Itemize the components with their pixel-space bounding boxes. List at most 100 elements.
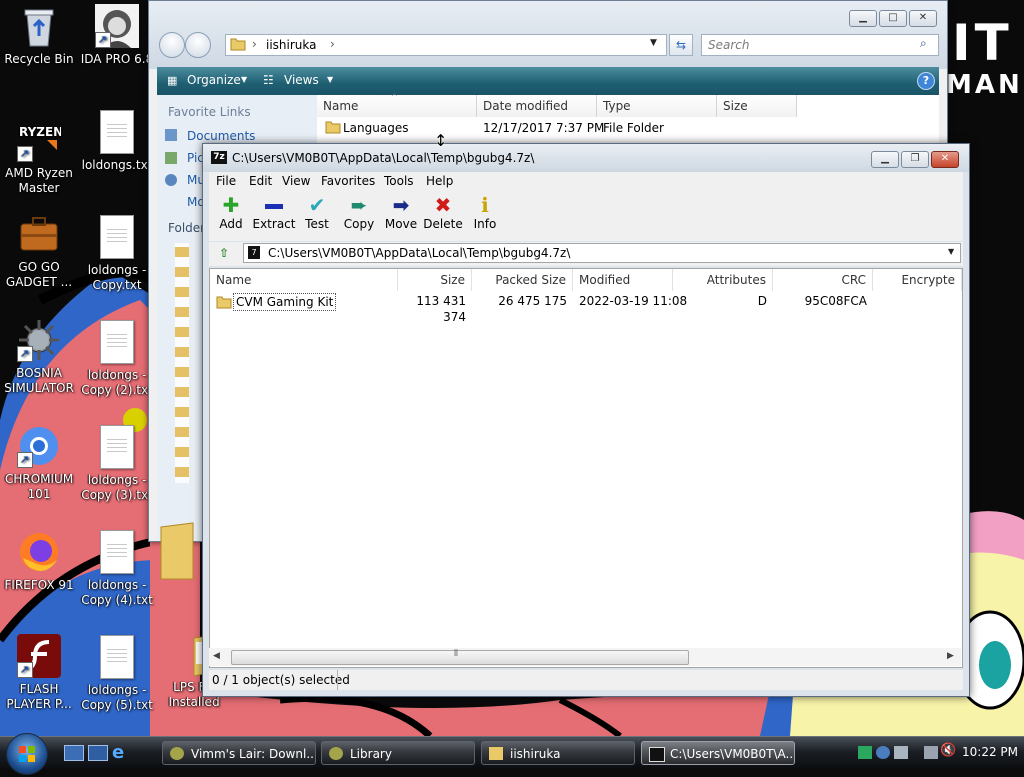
minimize-button[interactable]: ▁ — [871, 151, 899, 168]
forward-button[interactable] — [185, 32, 211, 58]
task-iishiruka[interactable]: iishiruka — [481, 741, 635, 765]
menu-help[interactable]: Help — [421, 172, 458, 191]
text-file-icon — [95, 110, 139, 154]
chevron-down-icon[interactable]: ▼ — [948, 247, 954, 256]
up-folder-icon[interactable]: ⇧ — [215, 244, 233, 262]
menu-favorites[interactable]: Favorites — [316, 172, 380, 191]
scroll-right-icon[interactable]: ▶ — [947, 651, 954, 661]
scroll-left-icon[interactable]: ◀ — [213, 651, 220, 661]
column-header-size[interactable]: Size — [717, 95, 797, 117]
minimize-button[interactable]: ▁ — [849, 10, 877, 27]
column-header-name[interactable]: Name — [210, 269, 398, 291]
chevron-down-icon[interactable]: ▼ — [241, 75, 247, 84]
column-header-modified[interactable]: Modified — [573, 269, 673, 291]
search-icon[interactable]: ⌕ — [920, 36, 927, 51]
scrollbar-thumb[interactable]: ⦀ — [231, 649, 689, 665]
volume-muted-icon[interactable]: 🔇 — [940, 743, 956, 758]
clock[interactable]: 10:22 PM — [962, 745, 1018, 759]
breadcrumb-chevron-icon[interactable]: › — [330, 37, 335, 51]
path-input[interactable]: 7 C:\Users\VM0B0T\AppData\Local\Temp\bgu… — [243, 243, 961, 263]
desktop-icon-firefox[interactable]: FIREFOX 91 — [0, 530, 81, 593]
desktop-icon-bosnia-simulator[interactable]: ↗ BOSNIA SIMULATOR — [0, 318, 81, 396]
desktop-icon-ida-pro[interactable]: ↗ IDA PRO 6.8 — [75, 4, 159, 67]
toolbar-label: Test — [305, 217, 329, 231]
copy-button[interactable]: ➨ Copy — [337, 193, 381, 239]
desktop-icon-loldongs-copy-2[interactable]: loldongs - Copy (2).txt — [75, 320, 159, 398]
column-header-crc[interactable]: CRC — [773, 269, 873, 291]
desktop-icon-go-go-gadget[interactable]: GO GO GADGET ... — [0, 212, 81, 290]
maximize-button[interactable]: ❐ — [901, 151, 929, 168]
desktop-icon-loldongs-copy[interactable]: loldongs - Copy.txt — [75, 215, 159, 293]
views-button[interactable]: Views — [284, 73, 319, 87]
sevenzip-window[interactable]: 7z C:\Users\VM0B0T\AppData\Local\Temp\bg… — [202, 143, 970, 697]
refresh-icon[interactable]: ⇆ — [669, 34, 693, 56]
start-button[interactable] — [6, 733, 48, 775]
switch-windows-icon[interactable] — [88, 745, 108, 761]
toolbar-label: Extract — [252, 217, 296, 231]
column-header-label: Packed Size — [495, 273, 566, 287]
menu-bar: File Edit View Favorites Tools Help — [209, 172, 963, 191]
breadcrumb[interactable]: iishiruka — [266, 38, 317, 52]
desktop-icon-amd-ryzen-master[interactable]: RYZEN ↗ AMD Ryzen Master — [0, 118, 81, 196]
file-list[interactable]: Name ^ Date modified Type Size Languages… — [317, 92, 939, 145]
maximize-button[interactable]: □ — [879, 10, 907, 27]
shortcut-arrow-icon: ↗ — [17, 346, 33, 362]
desktop-icon-chromium[interactable]: ↗ CHROMIUM 101 — [0, 424, 81, 502]
add-button[interactable]: ✚ Add — [209, 193, 253, 239]
task-sevenzip[interactable]: C:\Users\VM0B0T\A... — [641, 741, 795, 765]
close-button[interactable]: ✕ — [909, 10, 937, 27]
desktop-icon-label: CHROMIUM 101 — [4, 472, 74, 501]
network-icon[interactable] — [876, 746, 890, 759]
desktop-icon-recycle-bin[interactable]: Recycle Bin — [0, 4, 81, 67]
explorer-address-bar[interactable]: › iishiruka › ▼ — [225, 34, 667, 56]
move-button[interactable]: ➡ Move — [379, 193, 423, 239]
menu-file[interactable]: File — [211, 172, 241, 191]
column-header-size[interactable]: Size — [398, 269, 472, 291]
breadcrumb-separator-icon: › — [252, 37, 257, 51]
task-library[interactable]: Library — [321, 741, 475, 765]
cell-date-modified: 12/17/2017 7:37 PM — [483, 121, 605, 135]
checkmark-icon: ✔ — [308, 193, 326, 217]
table-row[interactable]: CVM Gaming Kit 113 431 374 26 475 175 20… — [210, 292, 962, 324]
archive-file-list[interactable]: Name Size Packed Size Modified Attribute… — [209, 268, 963, 668]
column-header-date-modified[interactable]: Date modified — [477, 95, 597, 117]
menu-view[interactable]: View — [277, 172, 315, 191]
task-vimms-lair[interactable]: Vimm's Lair: Downl... — [162, 741, 316, 765]
column-header-attributes[interactable]: Attributes — [673, 269, 773, 291]
help-icon[interactable]: ? — [917, 72, 935, 90]
chevron-down-icon[interactable]: ▼ — [650, 38, 657, 48]
column-header-encrypted[interactable]: Encrypte — [873, 269, 962, 291]
favorite-link-documents[interactable]: Documents — [187, 129, 255, 143]
folder-tree[interactable] — [175, 243, 189, 483]
back-button[interactable] — [159, 32, 185, 58]
desktop-icon-loldongs-copy-4[interactable]: loldongs - Copy (4).txt — [75, 530, 159, 608]
tray-app-icon[interactable] — [858, 746, 872, 759]
sevenzip-titlebar[interactable]: 7z C:\Users\VM0B0T\AppData\Local\Temp\bg… — [203, 144, 969, 172]
desktop-icon-loldongs-copy-5[interactable]: loldongs - Copy (5).txt — [75, 635, 159, 713]
display-icon[interactable] — [894, 746, 908, 759]
folders-label[interactable]: Folder — [168, 221, 205, 235]
menu-edit[interactable]: Edit — [244, 172, 277, 191]
table-row[interactable]: Languages 12/17/2017 7:37 PM File Folder — [317, 117, 939, 139]
ie-icon[interactable]: e — [112, 742, 124, 763]
column-header-type[interactable]: Type — [597, 95, 717, 117]
desktop-icon-flash-player[interactable]: ↗ FLASH PLAYER P... — [0, 634, 81, 712]
column-header-packed-size[interactable]: Packed Size — [472, 269, 573, 291]
desktop-icon-loldongs-txt[interactable]: loldongs.txt — [75, 110, 159, 173]
show-desktop-icon[interactable] — [64, 745, 84, 761]
task-label: Library — [350, 747, 392, 761]
chevron-down-icon[interactable]: ▼ — [327, 75, 333, 84]
desktop-icon-loldongs-copy-3[interactable]: loldongs - Copy (3).txt — [75, 425, 159, 503]
delete-button[interactable]: ✖ Delete — [421, 193, 465, 239]
cell-name: CVM Gaming Kit — [233, 293, 337, 311]
menu-tools[interactable]: Tools — [379, 172, 419, 191]
search-input[interactable]: Search ⌕ — [701, 34, 939, 56]
close-button[interactable]: ✕ — [931, 151, 959, 168]
test-button[interactable]: ✔ Test — [295, 193, 339, 239]
extract-button[interactable]: Extract — [251, 193, 297, 239]
tray-monitor-icon[interactable] — [924, 746, 938, 759]
organize-button[interactable]: Organize — [187, 73, 241, 87]
task-label: Vimm's Lair: Downl... — [191, 747, 316, 761]
info-button[interactable]: ℹ Info — [463, 193, 507, 239]
horizontal-scrollbar[interactable]: ◀ ⦀ ▶ — [209, 648, 961, 666]
